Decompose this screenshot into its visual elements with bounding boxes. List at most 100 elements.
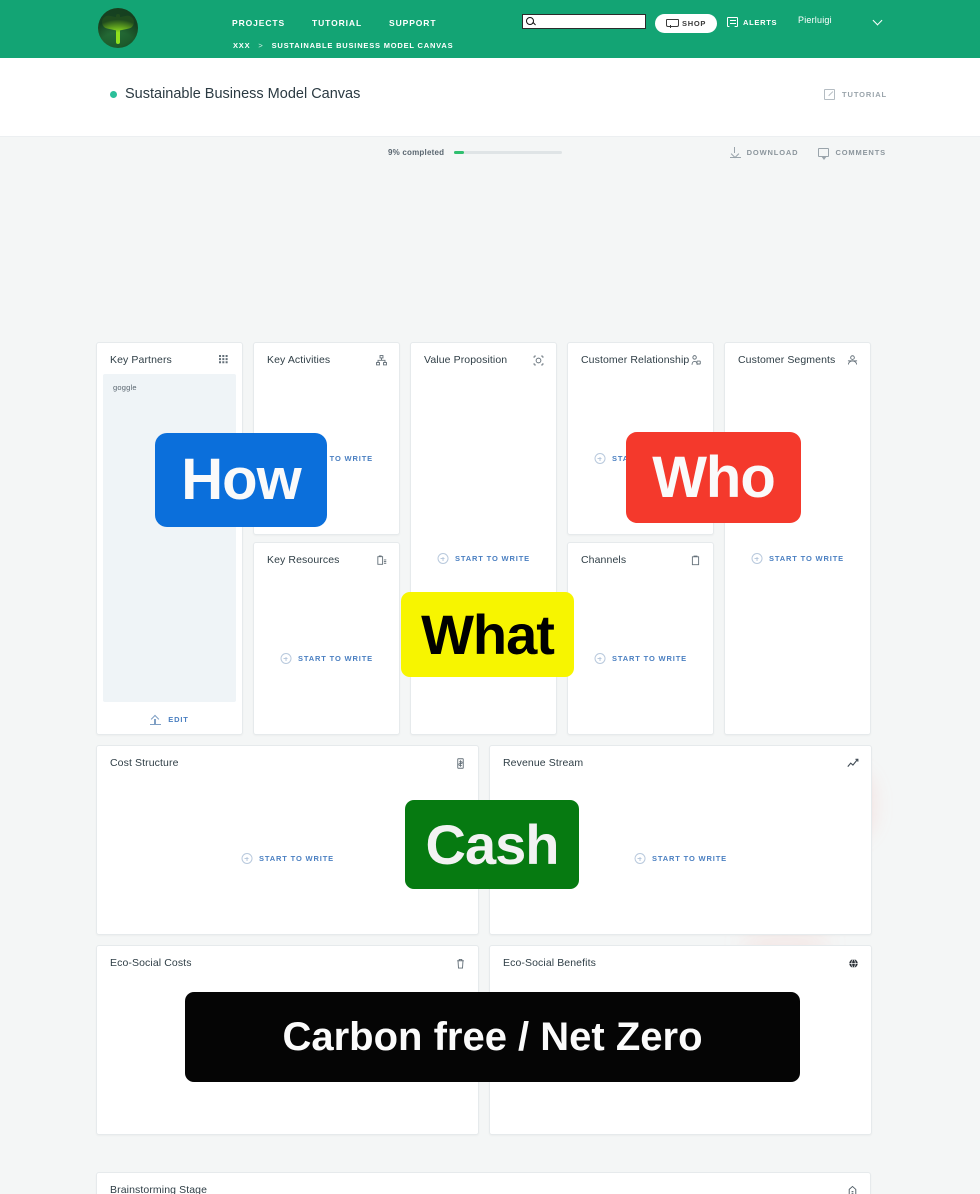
card-key-partners[interactable]: Key Partners goggle EDIT	[96, 342, 243, 735]
download-label: DOWNLOAD	[746, 148, 799, 157]
globe-icon[interactable]	[848, 958, 859, 969]
hierarchy-icon[interactable]	[376, 354, 387, 366]
page-title: Sustainable Business Model Canvas	[110, 86, 360, 102]
start-to-write-label: START TO WRITE	[259, 854, 334, 863]
clipboard-icon[interactable]	[690, 555, 701, 566]
card-title: Eco-Social Costs	[110, 957, 192, 969]
card-title: Customer Relationship	[581, 354, 690, 366]
card-header: Customer Relationship	[568, 343, 713, 366]
download-icon	[729, 147, 741, 158]
plus-circle-icon	[280, 653, 292, 664]
card-channels[interactable]: Channels START TO WRITE	[567, 542, 714, 735]
card-title: Channels	[581, 554, 627, 566]
start-to-write-button[interactable]: START TO WRITE	[280, 653, 373, 664]
comment-icon	[818, 148, 830, 160]
card-header: Brainstorming Stage	[97, 1173, 870, 1194]
start-to-write-button[interactable]: START TO WRITE	[241, 853, 334, 864]
external-link-icon	[824, 89, 836, 100]
shop-button[interactable]: SHOP	[655, 14, 718, 33]
primary-nav-links: PROJECTS TUTORIAL SUPPORT	[232, 18, 436, 28]
nav-link-support[interactable]: SUPPORT	[389, 18, 436, 28]
edit-button[interactable]: EDIT	[97, 714, 242, 725]
plus-circle-icon	[594, 453, 606, 464]
overlay-label-who[interactable]: Who	[626, 432, 801, 523]
chat-bubble-icon	[727, 17, 738, 30]
card-header: Key Resources	[254, 543, 399, 566]
person-lock-icon[interactable]	[690, 354, 701, 366]
tutorial-button[interactable]: TUTORIAL	[824, 89, 887, 100]
start-to-write-label: START TO WRITE	[652, 854, 727, 863]
status-dot-icon	[110, 90, 117, 98]
card-key-resources[interactable]: Key Resources START TO WRITE	[253, 542, 400, 735]
key-partners-content[interactable]: goggle	[103, 374, 236, 702]
overlay-label-cash[interactable]: Cash	[405, 800, 579, 889]
plus-circle-icon	[594, 653, 606, 664]
card-title: Cost Structure	[110, 757, 179, 769]
download-button[interactable]: DOWNLOAD	[729, 147, 799, 158]
clipboard-gear-icon[interactable]	[376, 554, 387, 566]
shop-button-label: SHOP	[682, 19, 707, 28]
progress-track	[454, 151, 563, 154]
key-partner-item[interactable]: goggle	[113, 383, 226, 392]
canvas-workspace: 9% completed DOWNLOAD COMMENTS Key Partn…	[0, 137, 980, 1194]
overlay-label-net-zero[interactable]: Carbon free / Net Zero	[185, 992, 800, 1082]
nav-link-tutorial[interactable]: TUTORIAL	[312, 18, 362, 28]
chevron-down-icon[interactable]	[874, 16, 883, 25]
card-title: Value Proposition	[424, 354, 508, 366]
canvas-toolbar: 9% completed DOWNLOAD COMMENTS	[0, 137, 980, 170]
logo-shading	[98, 8, 138, 48]
alerts-label: ALERTS	[743, 17, 778, 27]
cart-icon	[666, 19, 679, 28]
overlay-label-how[interactable]: How	[155, 433, 327, 527]
trash-icon[interactable]	[455, 958, 466, 969]
card-header: Channels	[568, 543, 713, 566]
completion-label: 9% completed	[388, 148, 445, 157]
start-to-write-label: START TO WRITE	[298, 654, 373, 663]
breadcrumb: XXX > SUSTAINABLE BUSINESS MODEL CANVAS	[233, 41, 453, 50]
card-header: Cost Structure	[97, 746, 478, 769]
people-group-icon[interactable]	[847, 354, 858, 366]
start-to-write-button[interactable]: START TO WRITE	[594, 653, 687, 664]
card-title: Eco-Social Benefits	[503, 957, 596, 969]
nav-link-projects[interactable]: PROJECTS	[232, 18, 285, 28]
card-title: Key Activities	[267, 354, 331, 366]
plus-circle-icon	[241, 853, 253, 864]
gift-box-icon[interactable]	[533, 355, 544, 366]
page-title-text: Sustainable Business Model Canvas	[125, 86, 361, 102]
card-header: Revenue Stream	[490, 746, 871, 769]
app-logo[interactable]	[98, 8, 138, 48]
start-to-write-button[interactable]: START TO WRITE	[634, 853, 727, 864]
plus-circle-icon	[751, 553, 763, 564]
search-icon	[524, 15, 537, 28]
user-name: Pierluigi	[798, 15, 832, 25]
money-note-icon[interactable]	[455, 757, 466, 769]
card-header: Key Partners	[97, 343, 242, 366]
start-to-write-button[interactable]: START TO WRITE	[751, 553, 844, 564]
search-input[interactable]	[537, 15, 654, 28]
card-header: Eco-Social Benefits	[490, 946, 871, 969]
plus-circle-icon	[437, 553, 449, 564]
overlay-label-what[interactable]: What	[401, 592, 574, 677]
card-title: Customer Segments	[738, 354, 836, 366]
plus-circle-icon	[634, 853, 646, 864]
comments-button[interactable]: COMMENTS	[818, 147, 886, 160]
card-title: Key Resources	[267, 554, 340, 566]
user-menu[interactable]: Pierluigi	[798, 15, 883, 25]
start-to-write-label: START TO WRITE	[612, 654, 687, 663]
alerts-button[interactable]: ALERTS	[727, 17, 778, 30]
line-chart-icon[interactable]	[847, 758, 859, 769]
lock-note-icon[interactable]	[847, 1185, 858, 1194]
card-brainstorming-stage[interactable]: Brainstorming Stage START TO WRITE	[96, 1172, 871, 1194]
card-title: Key Partners	[110, 354, 172, 366]
search-box[interactable]	[522, 14, 654, 29]
start-to-write-button[interactable]: START TO WRITE	[437, 553, 530, 564]
top-navigation-bar: PROJECTS TUTORIAL SUPPORT XXX > SUSTAINA…	[0, 0, 980, 58]
card-customer-segments[interactable]: Customer Segments START TO WRITE	[724, 342, 871, 735]
grid-icon[interactable]	[219, 354, 230, 366]
completion-progress: 9% completed	[388, 148, 563, 157]
start-to-write-label: START TO WRITE	[769, 554, 844, 563]
card-header: Key Activities	[254, 343, 399, 366]
card-header: Eco-Social Costs	[97, 946, 478, 969]
card-header: Customer Segments	[725, 343, 870, 366]
breadcrumb-root[interactable]: XXX	[233, 41, 250, 50]
